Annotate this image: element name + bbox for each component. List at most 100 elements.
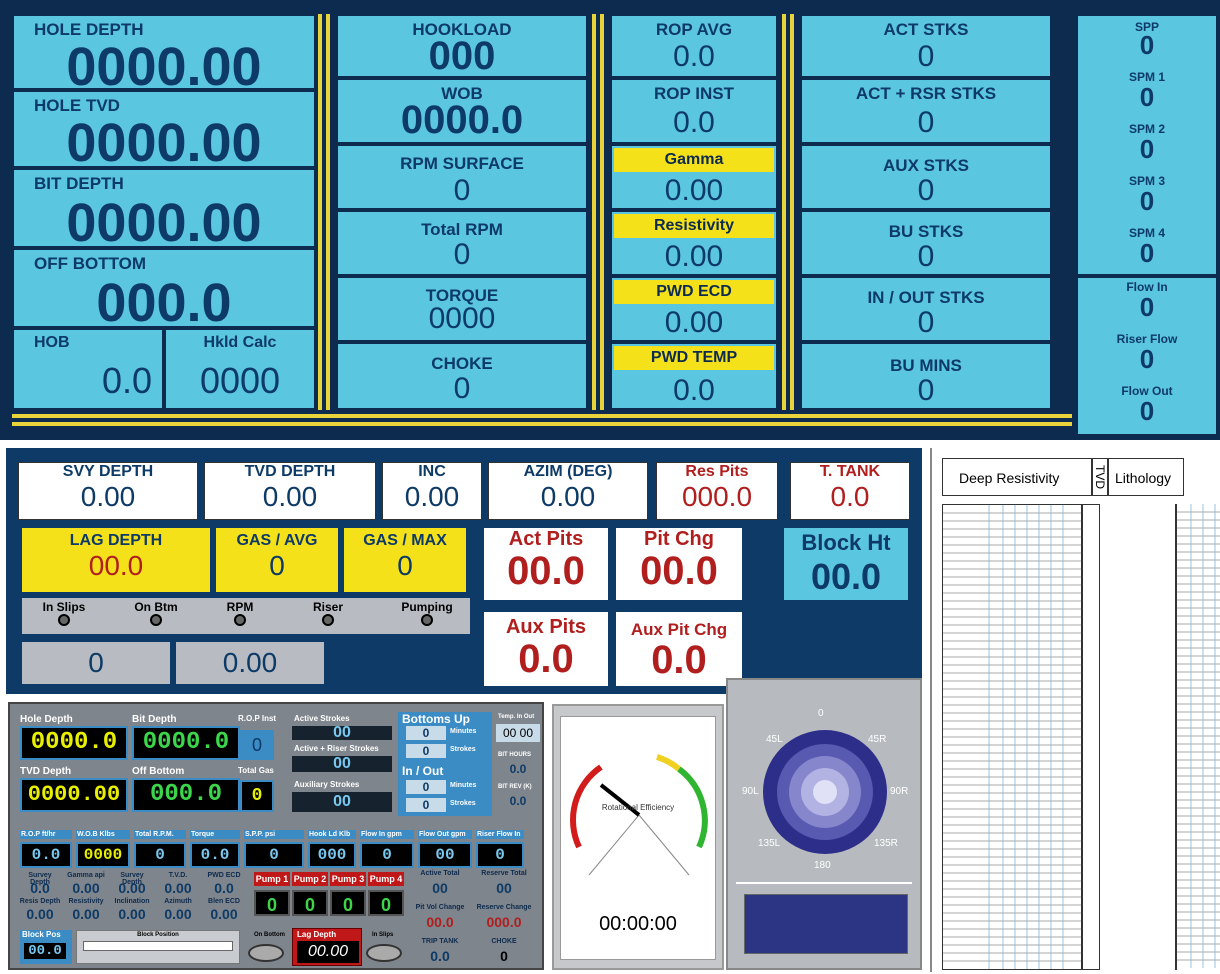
bl-off-bottom-value: 000.0 <box>132 778 240 812</box>
bl-bit-depth-label: Bit Depth <box>132 714 177 725</box>
survey-value: 0.00 <box>72 880 100 896</box>
rpm-surface-box: RPM SURFACE 0 <box>336 144 588 210</box>
survey-label: Azimuth <box>164 898 192 905</box>
in-out-stks-label: IN / OUT STKS <box>867 288 985 307</box>
gamma-label: Gamma <box>614 148 774 172</box>
bit-depth-label: BIT DEPTH <box>34 174 124 193</box>
hob-label: HOB <box>34 334 70 351</box>
trip-tank-value: 0.0 <box>430 948 450 964</box>
rpm-surface-value: 0 <box>453 174 471 207</box>
bu-stks-label: BU STKS <box>888 222 964 241</box>
pump-value: 0 <box>368 890 404 916</box>
azim-value: 0.00 <box>540 481 596 512</box>
lag-depth-panel: Lag Depth 00.00 <box>292 928 362 966</box>
readout-value: 00 <box>418 842 472 868</box>
act-stks-box: ACT STKS 0 <box>800 14 1052 78</box>
bl-choke-value: 0 <box>500 948 508 964</box>
hole-depth-value: 0000.00 <box>66 37 262 97</box>
hkld-calc-box: Hkld Calc 0000 <box>164 328 316 410</box>
act-rsr-stks-value: 0 <box>917 106 935 139</box>
status-led <box>421 614 433 626</box>
hole-tvd-value: 0000.00 <box>66 113 262 173</box>
lag-depth-box: LAG DEPTH 00.0 <box>22 528 210 592</box>
hob-value: 0.0 <box>101 360 152 401</box>
aux-pits-box: Aux Pits 0.0 <box>484 612 608 686</box>
separator <box>326 14 330 410</box>
wob-box: WOB 0000.0 <box>336 78 588 144</box>
bit-hours-value: 0.0 <box>509 762 527 776</box>
bu-mins-value: 0 <box>917 374 935 407</box>
bottom-value-2: 0.00 <box>176 642 324 684</box>
pump-value: 0 <box>292 890 328 916</box>
block-pos-label: Block Pos <box>22 930 61 939</box>
in-slips-indicator <box>366 944 402 962</box>
azim-box: AZIM (DEG) 0.00 <box>488 462 648 520</box>
act-pits-box: Act Pits 00.0 <box>484 528 608 600</box>
bit-hours-label: BIT HOURS <box>498 752 531 758</box>
bu-stks-value: 0 <box>917 240 935 273</box>
temp-in-out-value: 00 00 <box>496 724 540 742</box>
block-pos-value: 00.0 <box>22 941 68 961</box>
resistivity-label: Resistivity <box>614 214 774 238</box>
gas-avg-value: 0 <box>269 550 285 581</box>
readout-label: Flow In gpm <box>360 830 414 839</box>
pwd-temp-value: 0.0 <box>673 374 715 407</box>
readout-value: 0 <box>360 842 414 868</box>
block-pos-box: Block Pos 00.0 <box>20 930 72 964</box>
aux-pit-chg-box: Aux Pit Chg 0.0 <box>616 612 742 686</box>
spp-value: 0 <box>1139 30 1155 60</box>
bl-active-strokes-value: 00 <box>292 725 392 741</box>
readout-label: Torque <box>190 830 240 839</box>
readout-label: Total R.P.M. <box>134 830 186 839</box>
active-total-value: 00 <box>432 880 448 896</box>
aux-pits-value: 0.0 <box>518 637 574 681</box>
rop-avg-box: ROP AVG 0.0 <box>610 14 778 78</box>
pump-label: Pump 2 <box>292 872 328 886</box>
io-strokes-value: 0 <box>406 798 446 812</box>
pit-chg-value: 00.0 <box>640 549 718 593</box>
in-out-stks-box: IN / OUT STKS 0 <box>800 276 1052 342</box>
svy-depth-box: SVY DEPTH 0.00 <box>18 462 198 520</box>
choke-value: 0 <box>453 372 471 405</box>
rose-label-90r: 90R <box>890 786 909 797</box>
readout-label: Riser Flow In <box>476 830 524 839</box>
survey-value: 0.00 <box>72 906 100 922</box>
gamma-value: 0.00 <box>664 174 724 207</box>
reserve-total-value: 00 <box>496 880 512 896</box>
inc-label: INC <box>418 463 446 480</box>
hkld-calc-label: Hkld Calc <box>203 334 277 351</box>
bottom-value-1: 0 <box>22 642 170 684</box>
survey-label: Resistivity <box>68 898 104 905</box>
survey-value: 0.00 <box>26 906 54 922</box>
pwd-temp-box: PWD TEMP 0.0 <box>610 342 778 410</box>
deep-resistivity-header: Deep Resistivity <box>942 458 1092 496</box>
act-stks-value: 0 <box>917 40 935 73</box>
divider <box>736 882 912 884</box>
indicator-rpm: RPM <box>210 600 270 629</box>
bl-lag-depth-value: 00.00 <box>297 941 359 963</box>
survey-value: 0.0 <box>30 880 50 896</box>
status-led <box>322 614 334 626</box>
lithology-track <box>1100 504 1176 970</box>
readout-label: Flow Out gpm <box>418 830 472 839</box>
readout-value: 0 <box>134 842 186 868</box>
rop-avg-value: 0.0 <box>673 40 715 73</box>
pwd-ecd-label: PWD ECD <box>614 280 774 304</box>
bu-mins-box: BU MINS 0 <box>800 342 1052 410</box>
gas-avg-box: GAS / AVG 0 <box>216 528 338 592</box>
gas-max-box: GAS / MAX 0 <box>344 528 466 592</box>
spm-box: SPP 0 SPM 1 0 SPM 2 0 SPM 3 0 SPM 4 0 <box>1076 14 1218 276</box>
toolface-rose-panel: 0 45L 45R 90L 90R 135L 135R 180 <box>726 678 922 970</box>
bl-hole-depth-value: 0000.0 <box>20 726 128 760</box>
in-out-label: In / Out <box>402 764 444 778</box>
status-led <box>234 614 246 626</box>
bl-bit-depth-value: 0000.0 <box>132 726 240 760</box>
spm2-value: 0 <box>1139 134 1155 164</box>
pit-vol-change-value: 00.0 <box>426 914 454 930</box>
act-rsr-stks-box: ACT + RSR STKS 0 <box>800 78 1052 144</box>
aux-stks-label: AUX STKS <box>883 156 969 175</box>
separator <box>600 14 604 410</box>
on-bottom-indicator <box>248 944 284 962</box>
indicator-pumping: Pumping <box>392 600 462 629</box>
trip-tank-label: TRIP TANK <box>421 938 459 945</box>
